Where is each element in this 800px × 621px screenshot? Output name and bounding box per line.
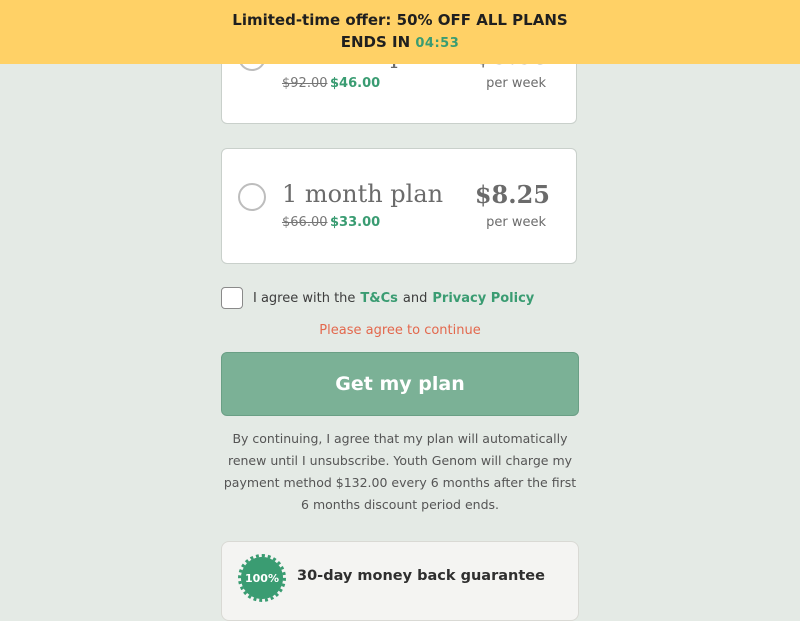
plan-per-week: per week <box>486 76 546 91</box>
plan-radio[interactable] <box>238 183 266 211</box>
agree-checkbox[interactable] <box>221 287 243 309</box>
agree-prefix: I agree with the <box>253 290 356 306</box>
plan-per-week: per week <box>486 215 546 230</box>
countdown-timer: 04:53 <box>415 36 460 51</box>
ends-in-label: ENDS IN <box>340 33 411 51</box>
get-plan-button[interactable]: Get my plan <box>221 352 579 416</box>
plan-name: 1 month plan <box>282 180 444 208</box>
agreement-row: I agree with the T&Cs and Privacy Policy <box>221 287 539 309</box>
renewal-disclaimer: By continuing, I agree that my plan will… <box>223 431 577 512</box>
plan-new-price: $33.00 <box>330 215 381 230</box>
agree-error-message: Please agree to continue <box>319 323 481 338</box>
guarantee-badge-icon: 100% <box>238 554 286 602</box>
plan-weekly-price: $8.25 <box>474 180 550 209</box>
offer-text: Limited-time offer: 50% OFF ALL PLANS <box>232 11 568 29</box>
privacy-policy-link[interactable]: Privacy Policy <box>432 291 534 306</box>
money-back-guarantee: 100% 30-day money back guarantee <box>221 541 579 621</box>
plan-old-price: $92.00 <box>282 76 328 91</box>
plan-old-price: $66.00 <box>282 215 328 230</box>
offer-banner: Limited-time offer: 50% OFF ALL PLANS EN… <box>0 0 800 64</box>
offer-countdown: ENDS IN 04:53 <box>341 31 460 55</box>
plan-card-1-month[interactable]: 1 month plan $66.00 $33.00 $8.25 per wee… <box>221 148 577 264</box>
guarantee-title: 30-day money back guarantee <box>297 568 545 584</box>
tcs-link[interactable]: T&Cs <box>360 291 397 306</box>
plan-new-price: $46.00 <box>330 76 381 91</box>
agree-and: and <box>402 290 428 306</box>
